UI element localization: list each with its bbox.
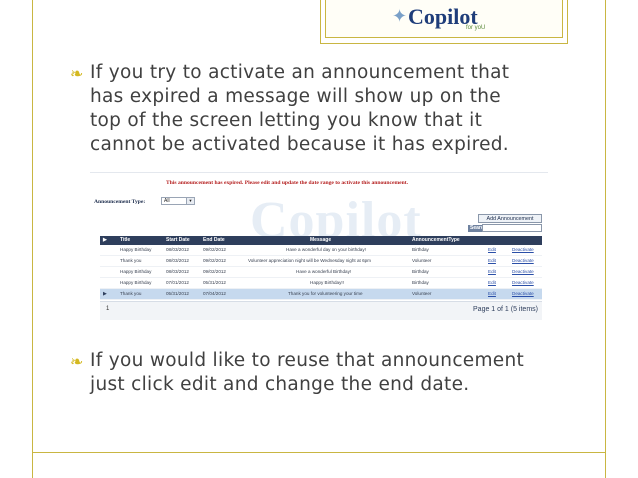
bullet-1-line: If you try to activate an announcement t… bbox=[90, 62, 510, 83]
search-input[interactable] bbox=[482, 224, 542, 232]
edit-link[interactable]: Edit bbox=[488, 258, 496, 263]
table-row[interactable]: Happy Birthday 08/03/2012 09/02/2012 Hav… bbox=[100, 245, 542, 256]
edit-link[interactable]: Edit bbox=[488, 269, 496, 274]
cell-title: Thank you bbox=[120, 291, 142, 296]
cell-start-date: 08/03/2012 bbox=[166, 258, 189, 263]
cell-message: Have a wonderful Birthday! bbox=[296, 269, 352, 274]
deactivate-link[interactable]: Deactivate bbox=[512, 291, 534, 296]
cell-title: Happy Birthday bbox=[120, 269, 152, 274]
bullet-1-line: has expired a message will show up on th… bbox=[90, 86, 501, 107]
announcements-table: ▶ Title Start Date End Date Message Anno… bbox=[100, 236, 542, 300]
bullet-1-line: top of the screen letting you know that … bbox=[90, 110, 483, 131]
pager-info: Page 1 of 1 (5 items) bbox=[473, 306, 538, 313]
cell-end-date: 09/02/2012 bbox=[203, 269, 226, 274]
embedded-screenshot: Copilot This announcement has expired. P… bbox=[90, 172, 548, 325]
cell-type: Volunteer bbox=[412, 258, 432, 263]
edit-link[interactable]: Edit bbox=[488, 291, 496, 296]
logo-panel: ✦ Copilot for yoU bbox=[325, 0, 563, 38]
table-row[interactable]: Happy Birthday 07/01/2012 05/31/2012 Hap… bbox=[100, 278, 542, 289]
cell-end-date: 09/02/2012 bbox=[203, 258, 226, 263]
edit-link[interactable]: Edit bbox=[488, 280, 496, 285]
deactivate-link[interactable]: Deactivate bbox=[512, 280, 534, 285]
column-header-message[interactable]: Message bbox=[310, 237, 331, 243]
cell-start-date: 05/31/2012 bbox=[166, 291, 189, 296]
bullet-icon: ❧ bbox=[70, 352, 84, 371]
logo-box: ✦ Copilot for yoU bbox=[320, 0, 568, 44]
bullet-icon: ❧ bbox=[70, 64, 84, 83]
row-pointer-icon: ▶ bbox=[103, 291, 107, 297]
table-row[interactable]: Happy Birthday 08/03/2012 09/02/2012 Hav… bbox=[100, 267, 542, 278]
chevron-down-icon[interactable]: ▼ bbox=[186, 198, 194, 204]
column-header-announcement-type[interactable]: AnnouncementType bbox=[412, 237, 460, 243]
cell-start-date: 07/01/2012 bbox=[166, 280, 189, 285]
cell-title: Thank you bbox=[120, 258, 142, 263]
column-header-end-date[interactable]: End Date bbox=[203, 237, 225, 243]
column-header-title[interactable]: Title bbox=[120, 237, 130, 243]
announcement-type-select[interactable]: All ▼ bbox=[161, 197, 195, 205]
bullet-1-line: cannot be activated because it has expir… bbox=[90, 134, 509, 155]
cell-type: Birthday bbox=[412, 269, 429, 274]
cell-type: Birthday bbox=[412, 247, 429, 252]
bullet-2-line: If you would like to reuse that announce… bbox=[90, 350, 525, 371]
cell-message: Happy Birthday!! bbox=[310, 280, 344, 285]
table-pager: 1 Page 1 of 1 (5 items) bbox=[100, 301, 542, 320]
cell-end-date: 07/04/2012 bbox=[203, 291, 226, 296]
deactivate-link[interactable]: Deactivate bbox=[512, 258, 534, 263]
star-icon: ✦ bbox=[392, 6, 408, 27]
bullet-2-text: If you would like to reuse that announce… bbox=[90, 349, 524, 397]
announcement-type-value: All bbox=[164, 198, 170, 204]
cell-title: Happy Birthday bbox=[120, 280, 152, 285]
expired-error-message: This announcement has expired. Please ed… bbox=[166, 180, 408, 186]
logo-tagline: for yoU bbox=[466, 25, 486, 31]
cell-message: Have a wonderful day on your birthday! bbox=[286, 247, 366, 252]
deactivate-link[interactable]: Deactivate bbox=[512, 269, 534, 274]
row-pointer-icon: ▶ bbox=[103, 237, 107, 243]
cell-message: Thank you for volunteering your time bbox=[288, 291, 363, 296]
edit-link[interactable]: Edit bbox=[488, 247, 496, 252]
deactivate-link[interactable]: Deactivate bbox=[512, 247, 534, 252]
cell-end-date: 05/31/2012 bbox=[203, 280, 226, 285]
pager-page-number[interactable]: 1 bbox=[106, 306, 109, 312]
table-row-selected[interactable]: ▶ Thank you 05/31/2012 07/04/2012 Thank … bbox=[100, 289, 542, 300]
table-header: ▶ Title Start Date End Date Message Anno… bbox=[100, 236, 542, 245]
slide-divider bbox=[32, 452, 606, 453]
bullet-2-line: just click edit and change the end date. bbox=[90, 374, 470, 395]
table-row[interactable]: Thank you 08/03/2012 09/02/2012 Voluntee… bbox=[100, 256, 542, 267]
bullet-1-text: If you try to activate an announcement t… bbox=[90, 61, 509, 157]
cell-type: Birthday bbox=[412, 280, 429, 285]
add-announcement-button[interactable]: Add Announcement bbox=[478, 214, 542, 223]
announcement-type-label: Announcement Type: bbox=[94, 199, 146, 205]
cell-start-date: 08/03/2012 bbox=[166, 247, 189, 252]
cell-type: Volunteer bbox=[412, 291, 432, 296]
column-header-start-date[interactable]: Start Date bbox=[166, 237, 190, 243]
cell-end-date: 09/02/2012 bbox=[203, 247, 226, 252]
cell-message: Volunteer appreciation night will be Wed… bbox=[248, 258, 372, 263]
cell-start-date: 08/03/2012 bbox=[166, 269, 189, 274]
cell-title: Happy Birthday bbox=[120, 247, 152, 252]
